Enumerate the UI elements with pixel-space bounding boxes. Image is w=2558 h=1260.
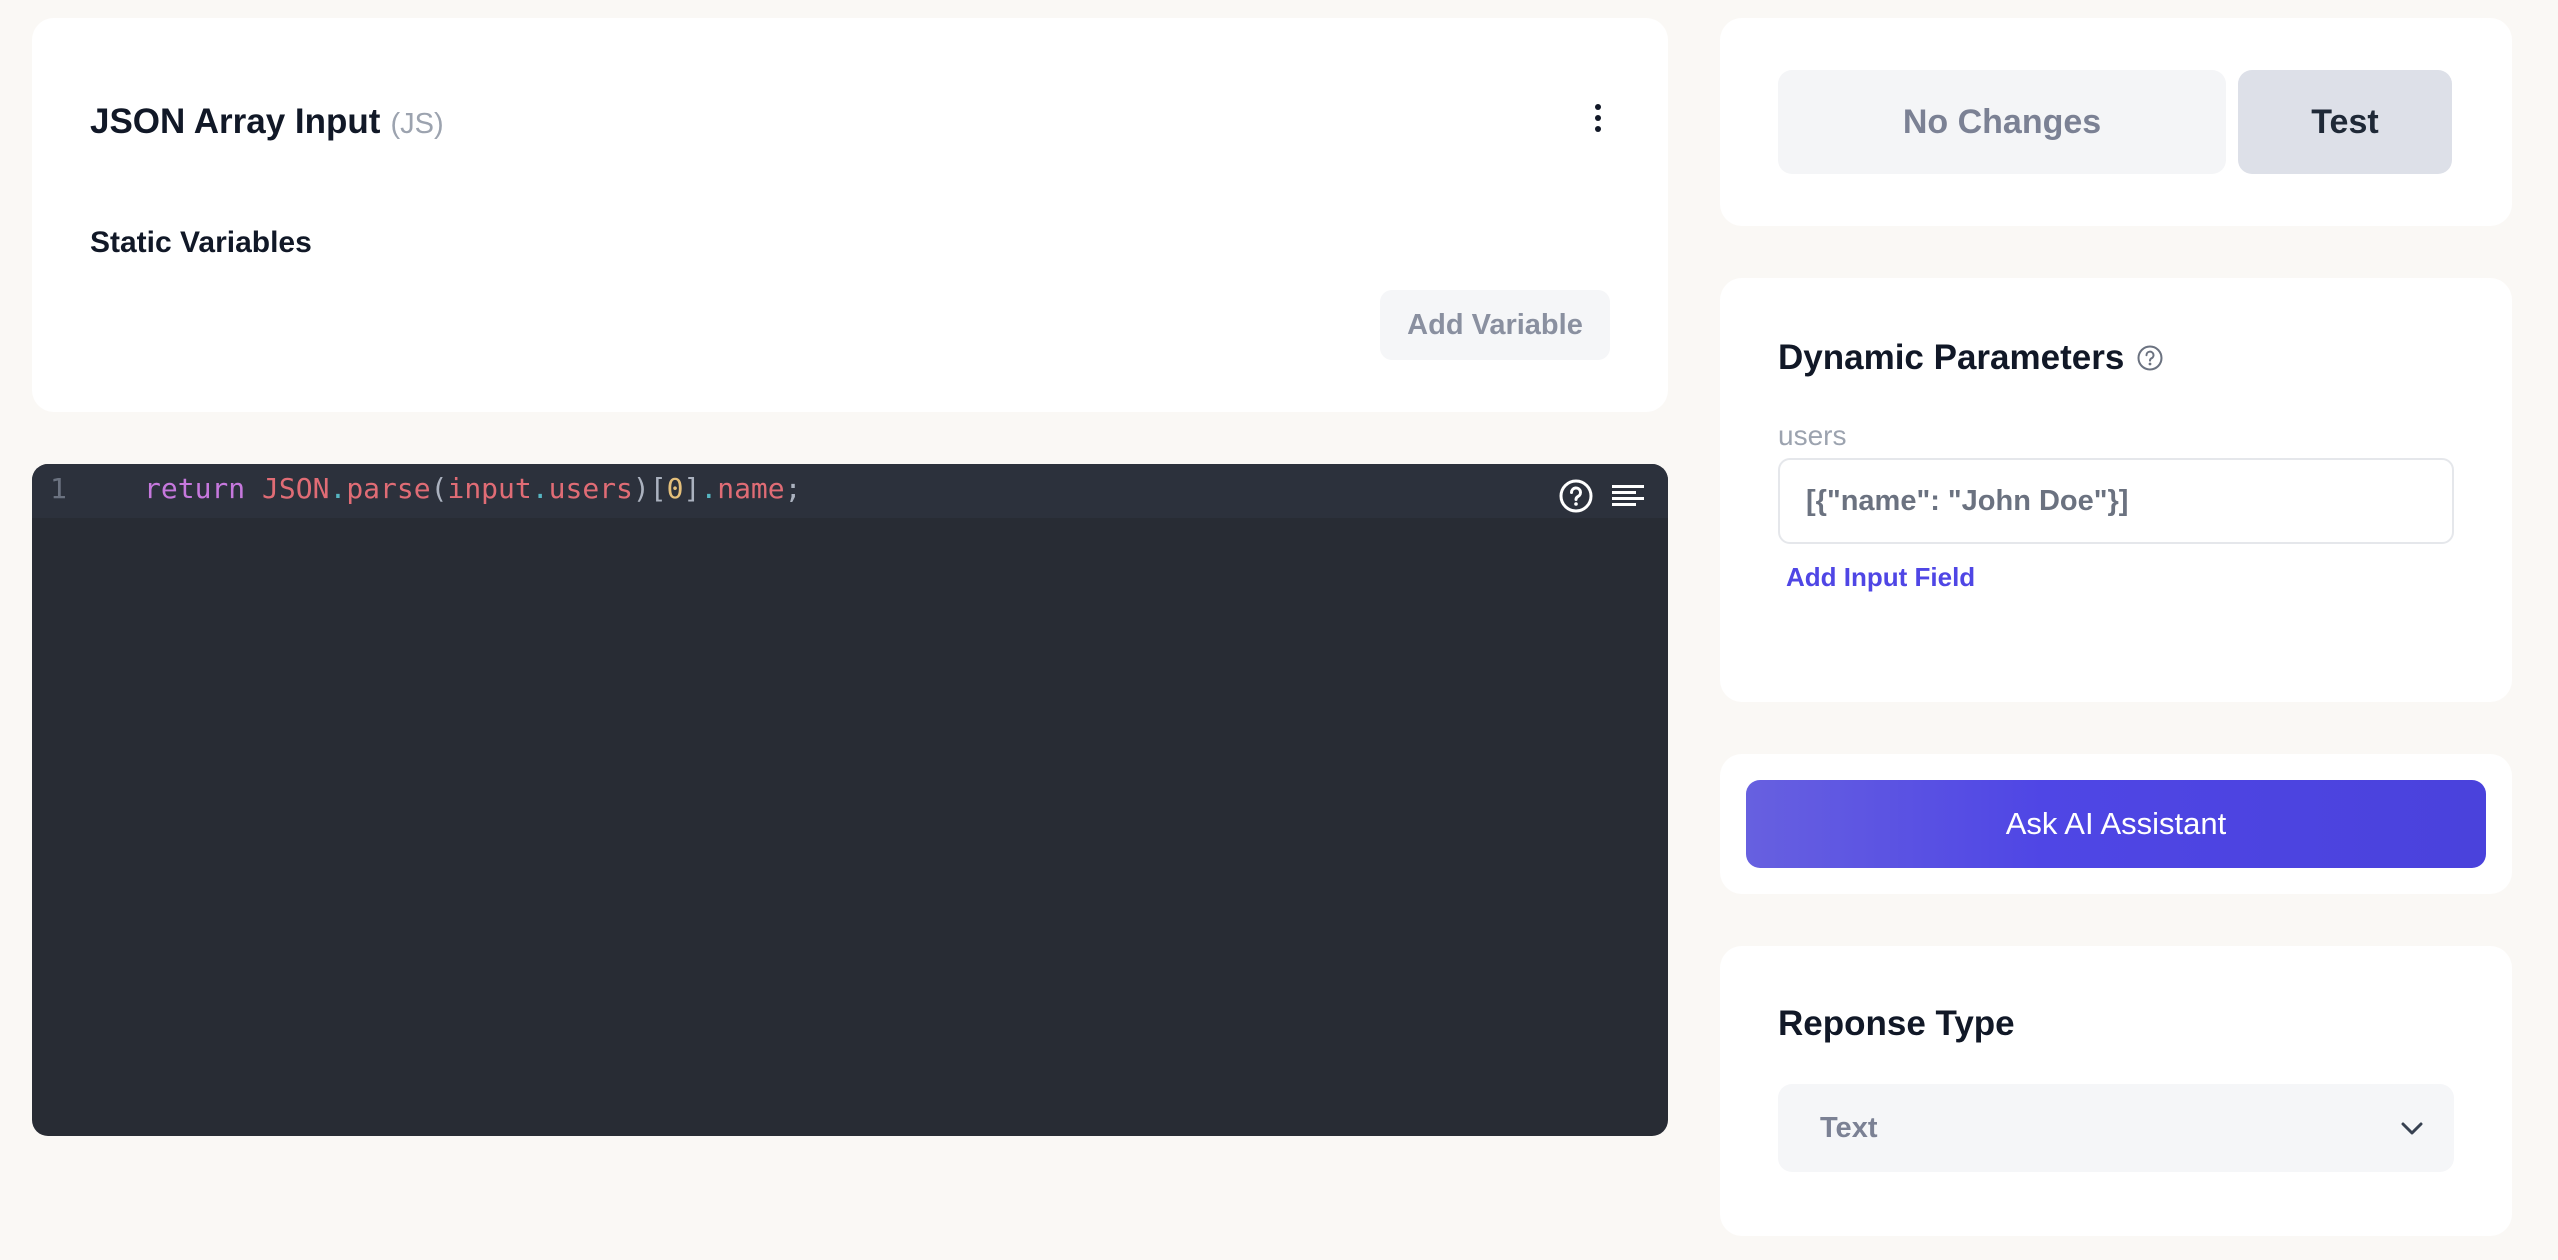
- code-token-bracket: ]: [683, 472, 701, 505]
- code-token-bracket: )[: [632, 472, 667, 505]
- help-circle-icon[interactable]: [2136, 344, 2164, 372]
- chevron-down-icon: [2401, 1122, 2423, 1135]
- ai-assistant-card: Ask AI Assistant: [1720, 754, 2512, 894]
- page-title: JSON Array Input: [90, 102, 381, 141]
- header-card: JSON Array Input (JS) Static Variables A…: [32, 18, 1668, 412]
- ask-ai-assistant-button[interactable]: Ask AI Assistant: [1746, 780, 2486, 868]
- code-token-dot: .: [531, 472, 549, 505]
- more-options-icon[interactable]: [1588, 98, 1608, 138]
- response-type-title: Reponse Type: [1778, 1004, 2015, 1043]
- help-circle-icon[interactable]: [1558, 478, 1594, 514]
- code-token-semicolon: ;: [784, 472, 802, 505]
- code-token-keyword: return: [144, 472, 246, 505]
- test-button[interactable]: Test: [2238, 70, 2452, 174]
- dynamic-parameters-card: Dynamic Parameters users Add Input Field: [1720, 278, 2512, 702]
- code-token-dot: .: [329, 472, 347, 505]
- dynamic-parameters-header: Dynamic Parameters: [1778, 338, 2164, 378]
- code-token-property: name: [717, 472, 785, 505]
- response-type-value: Text: [1820, 1112, 1878, 1144]
- line-number: 1: [50, 472, 67, 505]
- title-row: JSON Array Input (JS): [90, 102, 444, 142]
- code-token-number: 0: [666, 472, 684, 505]
- add-variable-button[interactable]: Add Variable: [1380, 290, 1610, 360]
- add-input-field-link[interactable]: Add Input Field: [1786, 562, 1975, 593]
- static-variables-label: Static Variables: [90, 226, 312, 259]
- code-token-method: parse: [346, 472, 431, 505]
- users-field-label: users: [1778, 420, 1847, 451]
- no-changes-button[interactable]: No Changes: [1778, 70, 2226, 174]
- code-line[interactable]: return JSON.parse(input.users)[0].name;: [144, 472, 802, 505]
- users-input[interactable]: [1778, 458, 2454, 544]
- code-token-property: users: [548, 472, 633, 505]
- response-type-select[interactable]: Text: [1778, 1084, 2454, 1172]
- editor-toolbar: [1558, 478, 1646, 514]
- actions-card: No Changes Test: [1720, 18, 2512, 226]
- response-type-card: Reponse Type Text: [1720, 946, 2512, 1236]
- code-token-input: input: [447, 472, 532, 505]
- code-editor[interactable]: 1 return JSON.parse(input.users)[0].name…: [32, 464, 1668, 1136]
- code-token-paren: (: [430, 472, 448, 505]
- code-token-dot: .: [700, 472, 718, 505]
- code-token-object: JSON: [262, 472, 330, 505]
- language-tag: (JS): [390, 108, 444, 140]
- format-lines-icon[interactable]: [1610, 478, 1646, 514]
- dynamic-parameters-title: Dynamic Parameters: [1778, 338, 2125, 377]
